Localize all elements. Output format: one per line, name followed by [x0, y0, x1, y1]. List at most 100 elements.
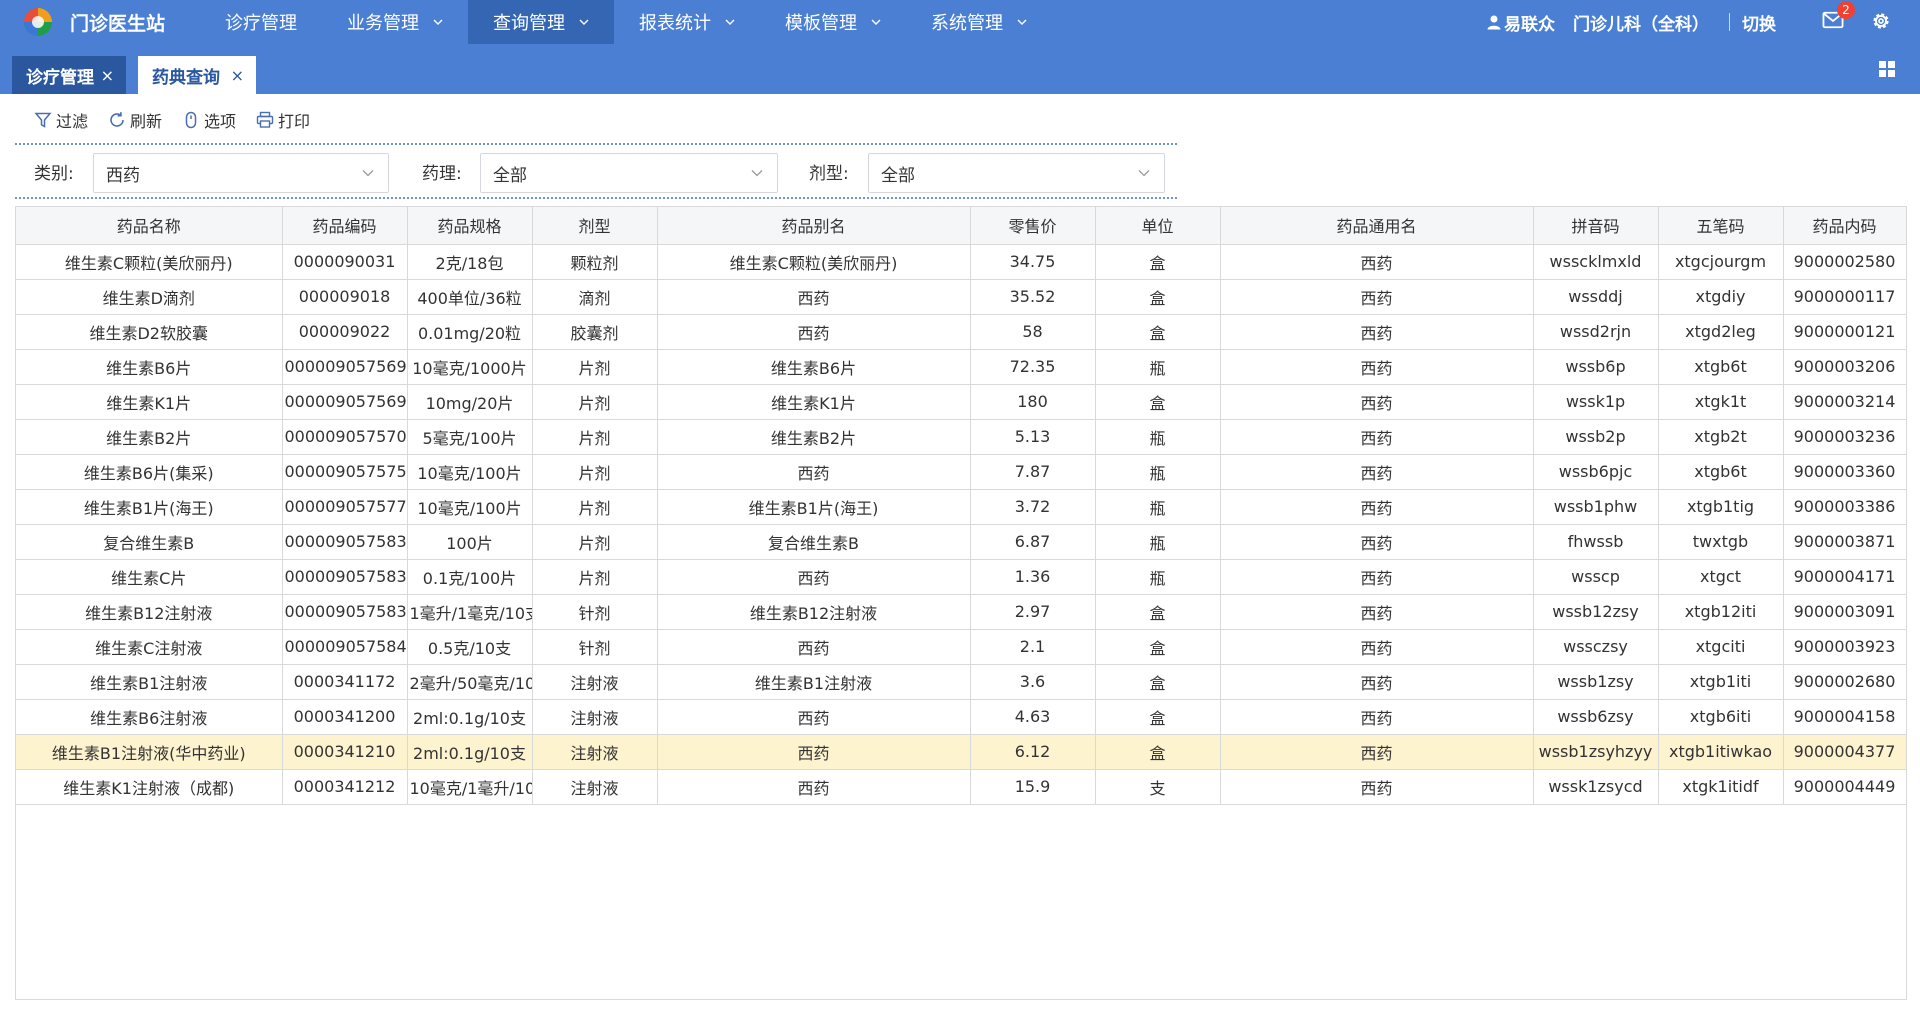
options-button[interactable]: 选项	[182, 108, 236, 132]
table-cell: 瓶	[1094, 418, 1221, 455]
table-row[interactable]: 维生素B2片 0000090575707 5毫克/100片 片剂 维生素B2片 5.13 瓶…	[16, 418, 1906, 455]
mail-button[interactable]: 2	[1822, 1, 1855, 34]
table-cell: xtgb1iti	[1657, 663, 1784, 700]
table-cell: 2克/18包	[406, 243, 533, 280]
table-cell: 3.6	[969, 663, 1096, 700]
table-cell: xtgb6t	[1657, 348, 1784, 385]
column-header[interactable]: 零售价	[969, 207, 1096, 245]
toolbar: 过滤 刷新 选项 打印	[34, 108, 330, 132]
table-cell: 盒	[1094, 698, 1221, 735]
table-row[interactable]: 维生素B1注射液(华中药业) 0000341210 2ml:0.1g/10支 注射液西…	[16, 733, 1906, 770]
chevron-down-icon	[751, 170, 763, 177]
table-row[interactable]: 维生素D滴剂 000009018 400单位/36粒 滴剂 西药 35.52 盒西药 wssd…	[16, 278, 1906, 315]
table-row[interactable]: 维生素D2软胶囊 000009022 0.01mg/20粒 胶囊剂 西药 58 盒西药 wss…	[16, 313, 1906, 350]
column-header[interactable]: 药品通用名	[1219, 207, 1534, 245]
column-header[interactable]: 五笔码	[1657, 207, 1784, 245]
user-name[interactable]: 易联众	[1504, 10, 1555, 35]
dosage-form-select[interactable]: 全部	[868, 153, 1165, 193]
table-cell: 9000003923	[1782, 628, 1906, 665]
table-cell: 维生素C片	[16, 558, 283, 595]
pharmacology-select[interactable]: 全部	[480, 153, 778, 193]
menu-item-system[interactable]: 系统管理	[906, 0, 1052, 44]
table-row[interactable]: 维生素B1注射液00003411722毫升/50毫克/10支注射液维生素B1注射…	[16, 663, 1906, 700]
table-cell: 维生素B1片(海王)	[656, 488, 971, 525]
print-button[interactable]: 打印	[256, 108, 310, 132]
table-cell: 维生素C颗粒(美欣丽丹)	[656, 243, 971, 280]
column-header[interactable]: 药品别名	[656, 207, 971, 245]
table-cell: 西药	[1219, 348, 1534, 385]
table-cell: 西药	[656, 278, 971, 315]
table-cell: 西药	[1219, 488, 1534, 525]
table-cell: 维生素B6注射液	[16, 698, 283, 735]
table-cell: 注射液	[531, 663, 658, 700]
options-label: 选项	[204, 112, 237, 131]
tab-drug-dictionary-query[interactable]: 药典查询 ×	[138, 56, 256, 94]
table-cell: 9000002680	[1782, 663, 1906, 700]
filter-button[interactable]: 过滤	[34, 108, 88, 132]
table-cell: 颗粒剂	[531, 243, 658, 280]
table-cell: 西药	[656, 733, 971, 770]
column-header[interactable]: 药品名称	[16, 207, 283, 245]
refresh-button[interactable]: 刷新	[108, 108, 162, 132]
table-cell: 1.36	[969, 558, 1096, 595]
close-tab-icon[interactable]: ×	[231, 66, 244, 85]
table-row[interactable]: 维生素B6片 0000090575692 10毫克/1000片 片剂 维生素B6片 72.…	[16, 348, 1906, 385]
settings-button[interactable]	[1870, 10, 1894, 34]
table-cell: wssczsy	[1532, 628, 1659, 665]
table-cell: 西药	[1219, 278, 1534, 315]
table-cell: xtgk1itidf	[1657, 768, 1784, 805]
column-header[interactable]: 药品编码	[281, 207, 408, 245]
dosage-form-label: 剂型:	[809, 164, 849, 184]
main-menu: 诊疗管理 业务管理 查询管理 报表统计 模板管理 系统管理	[200, 0, 1052, 44]
table-row[interactable]: 维生素B6注射液 0000341200 2ml:0.1g/10支 注射液 西药 4.63 盒…	[16, 698, 1906, 735]
department-name: 门诊儿科（全科）	[1573, 14, 1709, 35]
pharmacology-label: 药理:	[422, 164, 462, 184]
table-cell: 0.01mg/20粒	[406, 313, 533, 350]
app-title: 门诊医生站	[70, 12, 166, 35]
menu-item-business[interactable]: 业务管理	[322, 0, 468, 44]
column-header[interactable]: 单位	[1094, 207, 1221, 245]
table-cell: wssddj	[1532, 278, 1659, 315]
table-row[interactable]: 维生素B6片(集采) 0000090575753 10毫克/100片 片剂 西药 7.87…	[16, 453, 1906, 490]
table-cell: xtgb12iti	[1657, 593, 1784, 630]
menu-item-templates[interactable]: 模板管理	[760, 0, 906, 44]
tab-label: 诊疗管理	[26, 67, 94, 88]
table-cell: 0000090031	[281, 243, 408, 280]
table-cell: 片剂	[531, 383, 658, 420]
options-icon	[185, 111, 197, 129]
column-header[interactable]: 剂型	[531, 207, 658, 245]
menu-item-diagnosis[interactable]: 诊疗管理	[200, 0, 322, 44]
table-cell: 西药	[1219, 453, 1534, 490]
table-cell: 6.87	[969, 523, 1096, 560]
table-row[interactable]: 复合维生素B00000905758342100片片剂复合维生素B6.87瓶西药f…	[16, 523, 1906, 560]
table-row[interactable]: 维生素C颗粒(美欣丽丹) 0000090031 2克/18包 颗粒剂 维生素C颗粒(美欣…	[16, 243, 1906, 280]
table-cell: wsscklmxld	[1532, 243, 1659, 280]
column-header[interactable]: 拼音码	[1532, 207, 1659, 245]
table-cell: 35.52	[969, 278, 1096, 315]
table-row[interactable]: 维生素C片000009057583470.1克/100片片剂西药1.36瓶西药w…	[16, 558, 1906, 595]
menu-item-query[interactable]: 查询管理	[468, 0, 614, 44]
table-cell: 400单位/36粒	[406, 278, 533, 315]
table-cell: xtgdiy	[1657, 278, 1784, 315]
gear-icon	[1873, 13, 1889, 29]
tab-diagnosis-management[interactable]: 诊疗管理 ×	[12, 56, 126, 94]
close-tab-icon[interactable]: ×	[101, 66, 114, 85]
table-row[interactable]: 维生素B12注射液000009057583581毫升/1毫克/10支针剂维生素B…	[16, 593, 1906, 630]
grid-menu-icon[interactable]	[1878, 60, 1896, 78]
divider	[15, 143, 1177, 145]
column-header[interactable]: 药品内码	[1782, 207, 1906, 245]
table-cell: 9000003206	[1782, 348, 1906, 385]
table-cell: xtgk1t	[1657, 383, 1784, 420]
table-row[interactable]: 维生素C注射液000009057584040.5克/10支针剂西药2.1盒西药w…	[16, 628, 1906, 665]
chevron-down-icon	[433, 19, 443, 25]
switch-department-link[interactable]: 切换	[1742, 10, 1776, 35]
table-cell: 维生素B1注射液	[16, 663, 283, 700]
category-select[interactable]: 西药	[93, 153, 389, 193]
table-row[interactable]: 维生素K1片 0000090575697 10mg/20片 片剂 维生素K1片 180 盒西…	[16, 383, 1906, 420]
table-row[interactable]: 维生素K1注射液（成都)000034121210毫克/1毫升/10支注射液西药1…	[16, 768, 1906, 805]
menu-item-reports[interactable]: 报表统计	[614, 0, 760, 44]
table-cell: 6.12	[969, 733, 1096, 770]
table-row[interactable]: 维生素B1片(海王) 0000090575779 10毫克/100片 片剂 维生素B1片…	[16, 488, 1906, 525]
table-cell: 维生素C颗粒(美欣丽丹)	[16, 243, 283, 280]
column-header[interactable]: 药品规格	[406, 207, 533, 245]
